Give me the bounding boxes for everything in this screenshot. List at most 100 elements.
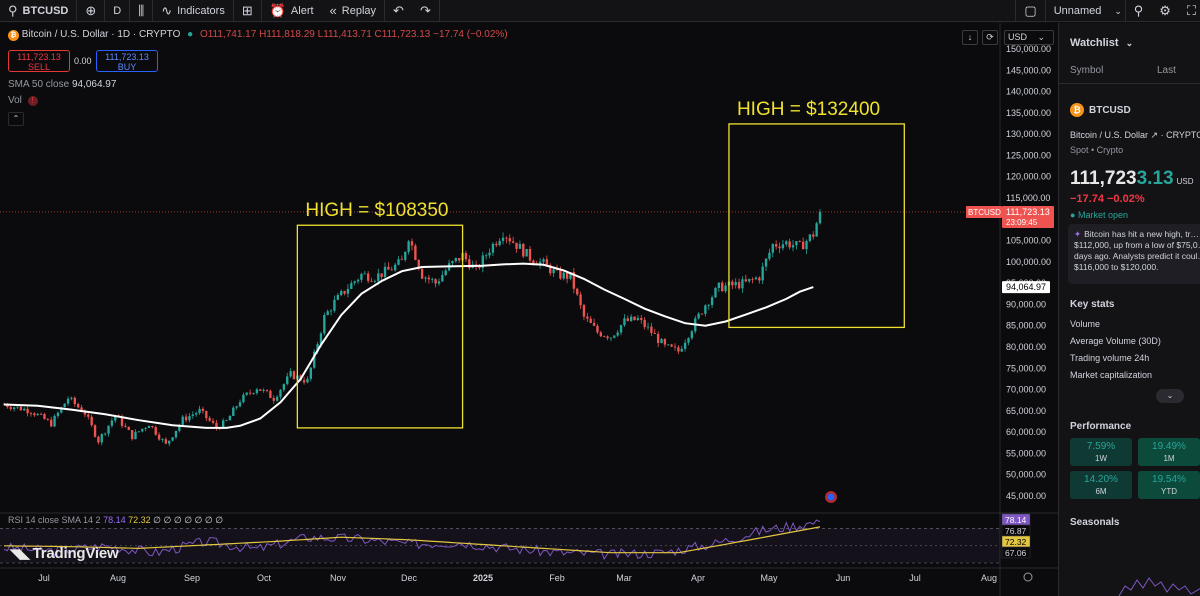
candle-body [552, 269, 555, 274]
alert-button[interactable]: ⏰ Alert [262, 0, 322, 22]
collapse-legend-button[interactable]: ⌃ [8, 112, 24, 126]
templates-button[interactable]: ⊞ [234, 0, 262, 22]
indicators-button[interactable]: ∿ Indicators [153, 0, 234, 22]
candle-body [323, 314, 326, 334]
candle-body [761, 266, 764, 281]
candle-body [427, 277, 431, 280]
candle-body [377, 273, 380, 281]
scroll-down-button[interactable]: ↓ [962, 30, 978, 45]
column-last[interactable]: Last [1157, 65, 1176, 76]
compare-button[interactable]: ⊕ [77, 0, 106, 22]
candle-body [43, 413, 46, 420]
redo-button[interactable]: ↷ [412, 0, 440, 22]
candle-body [697, 313, 700, 319]
rsi-axis-value: 78.14 [1005, 515, 1027, 525]
tradingview-logo[interactable]: ◥◣ TradingView [10, 545, 119, 562]
performance-title: Performance [1070, 421, 1132, 432]
candle-body [488, 252, 491, 256]
candle-body [690, 331, 694, 339]
gear-icon: ⚙ [1159, 3, 1171, 18]
candle-body [410, 241, 414, 246]
candle-body [643, 319, 646, 328]
candle-body [677, 347, 680, 352]
news-card[interactable]: ✦ Bitcoin has hit a new high, tr… $112,00… [1068, 224, 1200, 284]
x-tick-label: Apr [691, 573, 705, 583]
column-symbol[interactable]: Symbol [1070, 65, 1103, 76]
news-text: Bitcoin has hit a new high, tr… $112,000… [1074, 229, 1200, 272]
y-tick-label: 55,000.00 [1006, 448, 1046, 458]
candle-body [272, 397, 275, 401]
chart-canvas[interactable]: 150,000.00 145,000.00 140,000.00 135,000.00… [0, 23, 1058, 596]
market-dot-icon: ● [187, 29, 194, 40]
candle-body [565, 272, 569, 279]
layout-button[interactable]: ▢ [1015, 0, 1046, 22]
watchlist-title-button[interactable]: Watchlist ⌄ [1070, 37, 1133, 49]
candle-body [508, 238, 511, 242]
candle-body [198, 408, 201, 414]
candle-body [208, 418, 211, 421]
fullscreen-button[interactable]: ⛶ [1179, 0, 1200, 22]
key-stat-avg-volume: Average Volume (30D) [1070, 336, 1161, 346]
interval-button[interactable]: D [105, 0, 131, 22]
candle-body [275, 396, 279, 401]
candle-body [39, 413, 43, 415]
candle-body [228, 415, 232, 421]
layout-name-button[interactable]: Unnamed ⌄ [1046, 0, 1126, 22]
quick-search-button[interactable]: ⚲ [1126, 0, 1152, 22]
currency-select[interactable]: USD ⌄ [1004, 30, 1054, 45]
replay-button[interactable]: « Replay [322, 0, 386, 22]
external-link-icon[interactable]: ↗ [1151, 130, 1159, 140]
candle-body [619, 325, 623, 333]
indicators-icon: ∿ [161, 2, 173, 18]
buy-button[interactable]: 111,723.13 BUY [96, 50, 158, 72]
volume-legend[interactable]: Vol ! [8, 95, 38, 106]
rsi-legend[interactable]: RSI 14 close SMA 14 2 78.14 72.32 ∅ ∅ ∅ … [8, 515, 223, 526]
sell-button[interactable]: 111,723.13 SELL [8, 50, 70, 72]
candle-body [431, 279, 434, 281]
candle-body [491, 243, 495, 253]
candle-body [407, 241, 410, 252]
sma-legend[interactable]: SMA 50 close 94,064.97 [8, 79, 116, 90]
symbol-type: Spot • Crypto [1070, 145, 1124, 155]
candle-body [606, 336, 609, 339]
candle-body [225, 420, 228, 422]
y-tick-label: 70,000.00 [1006, 385, 1046, 395]
chart-type-button[interactable]: ⫼ [130, 0, 154, 22]
symbol-details-header[interactable]: ₿ BTCUSD [1070, 103, 1131, 117]
high-annotation-label: HIGH = $108350 [305, 200, 448, 221]
candle-body [90, 416, 93, 426]
y-tick-label: 105,000.00 [1006, 236, 1051, 246]
candle-body [255, 389, 259, 394]
performance-6m[interactable]: 14.20% 6M [1070, 471, 1132, 499]
key-stat-volume-24h: Trading volume 24h [1070, 353, 1150, 363]
sell-price: 111,723.13 [17, 52, 61, 62]
show-more-button[interactable]: ⌄ [1156, 389, 1184, 403]
candle-body [235, 406, 238, 408]
settings-button[interactable]: ⚙ [1151, 0, 1179, 22]
undo-button[interactable]: ↶ [385, 0, 412, 22]
candle-body [333, 299, 336, 311]
reset-chart-button[interactable]: ⟳ [982, 30, 998, 45]
performance-ytd[interactable]: 19.54% YTD [1138, 471, 1200, 499]
candle-body [70, 397, 73, 399]
candle-body [771, 244, 774, 253]
candle-body [184, 416, 188, 421]
chart-area[interactable]: 150,000.00 145,000.00 140,000.00 135,000.00… [0, 23, 1058, 596]
performance-1m[interactable]: 19.49% 1M [1138, 438, 1200, 466]
seasonals-title: Seasonals [1070, 517, 1120, 528]
candle-body [717, 282, 721, 288]
performance-1w[interactable]: 7.59% 1W [1070, 438, 1132, 466]
candle-body [404, 251, 407, 260]
candle-body [734, 282, 737, 286]
candle-body [171, 437, 174, 441]
symbol-search-button[interactable]: ⚲ BTCUSD [0, 0, 78, 22]
replay-label: Replay [341, 4, 377, 17]
last-price-currency: USD [1176, 177, 1194, 186]
symbol-full-name[interactable]: Bitcoin / U.S. Dollar [1070, 130, 1148, 140]
candle-body [495, 243, 498, 246]
market-status: ● Market open [1070, 210, 1128, 220]
candle-body [110, 420, 114, 426]
candle-body [700, 313, 704, 315]
candle-body [707, 304, 710, 306]
symbol-exchange: CRYPTO [1166, 130, 1200, 140]
